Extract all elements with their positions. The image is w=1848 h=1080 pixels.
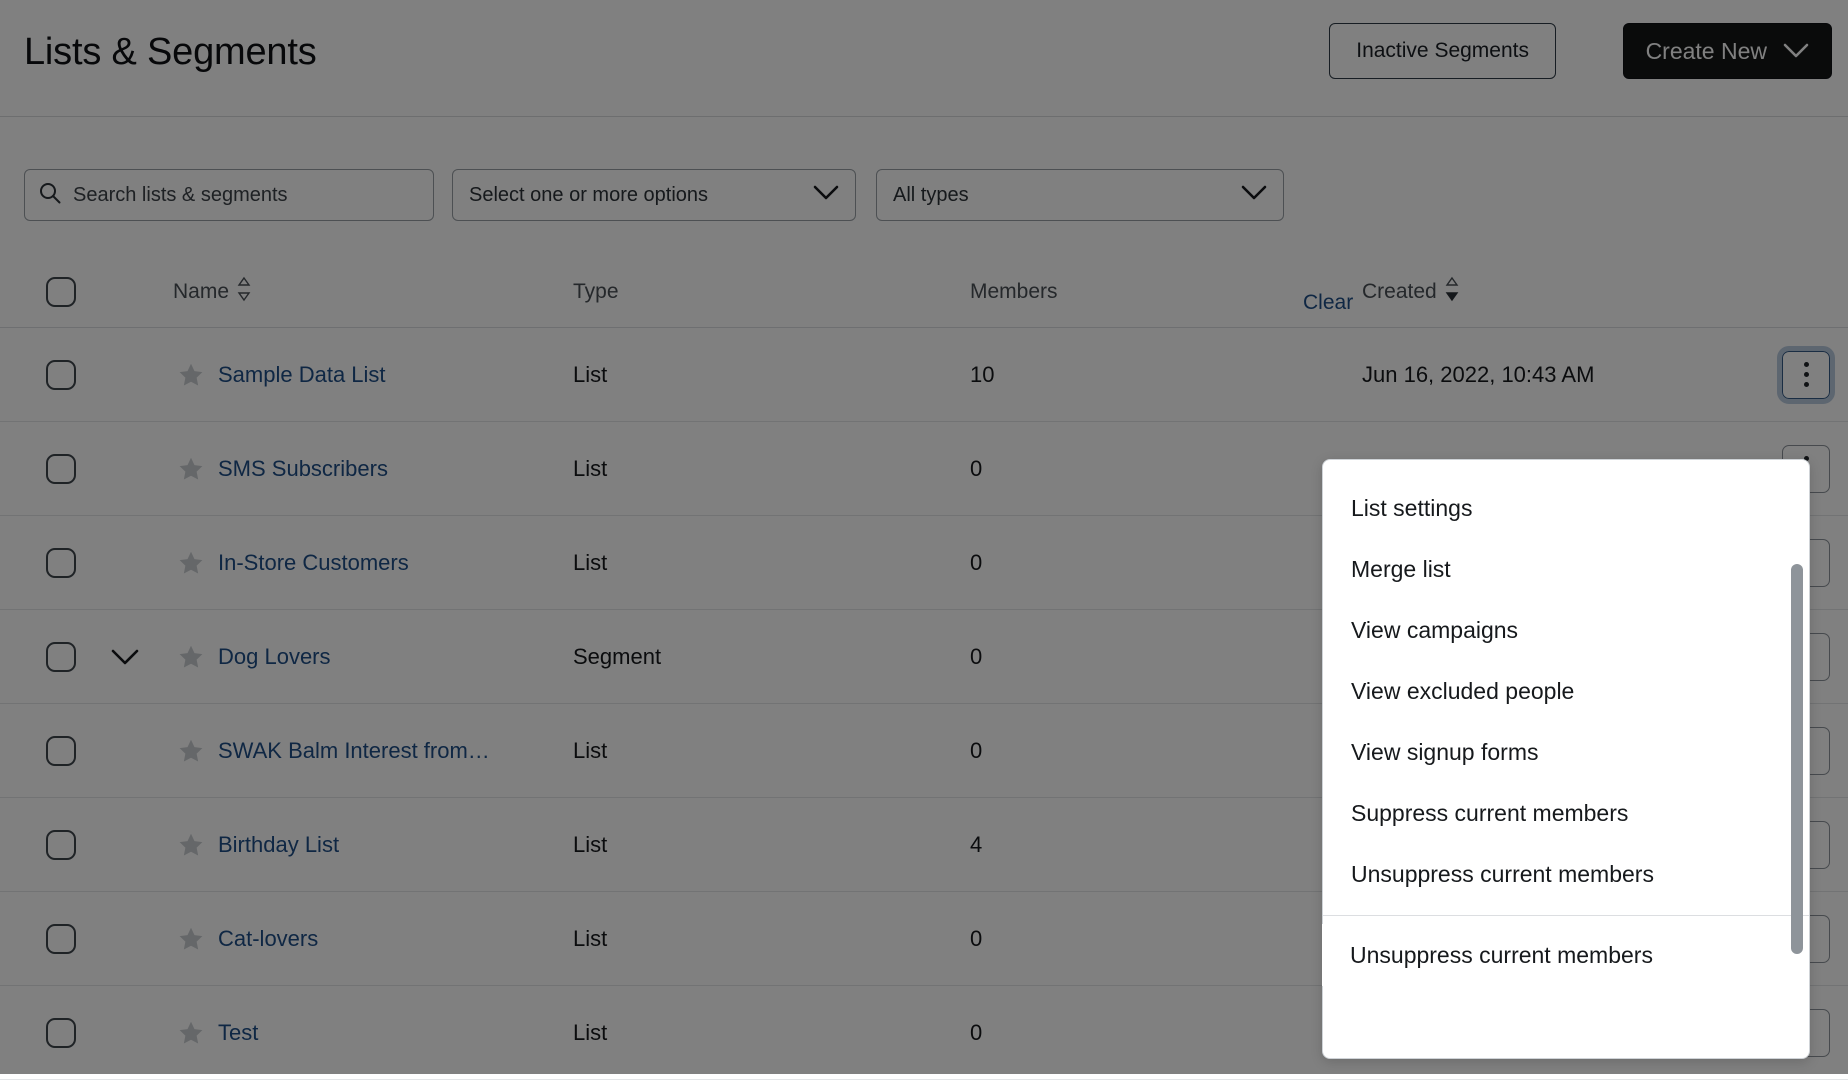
list-members-count: 0 — [970, 926, 982, 952]
list-name-link[interactable]: In-Store Customers — [218, 550, 409, 576]
favorite-star-icon[interactable] — [178, 738, 204, 764]
favorite-star-icon[interactable] — [178, 550, 204, 576]
list-name-link[interactable]: Sample Data List — [218, 362, 386, 388]
list-created-date: Jun 16, 2022, 10:43 AM — [1362, 362, 1594, 388]
list-type: List — [573, 456, 607, 482]
list-members-count: 0 — [970, 738, 982, 764]
list-type: List — [573, 832, 607, 858]
column-header-members: Members — [970, 280, 1058, 304]
menu-item-view-excluded-people[interactable]: View excluded people — [1323, 661, 1809, 722]
menu-item-unsuppress-current-members[interactable]: Unsuppress current members — [1323, 844, 1809, 905]
select-all-checkbox[interactable] — [46, 277, 76, 307]
list-type: List — [573, 738, 607, 764]
filter-bar: Search lists & segments Select one or mo… — [0, 117, 1848, 235]
favorite-star-icon[interactable] — [178, 644, 204, 670]
list-name-link[interactable]: SMS Subscribers — [218, 456, 388, 482]
create-new-label: Create New — [1646, 38, 1767, 65]
types-select-label: All types — [893, 184, 969, 207]
checkbox-box — [46, 924, 76, 954]
kebab-dot — [1804, 382, 1809, 387]
search-placeholder: Search lists & segments — [73, 184, 288, 207]
list-members-count: 0 — [970, 644, 982, 670]
list-members-count: 4 — [970, 832, 982, 858]
row-checkbox[interactable] — [46, 642, 76, 672]
row-checkbox[interactable] — [46, 360, 76, 390]
expand-row-toggle[interactable] — [110, 648, 140, 666]
column-header-name[interactable]: Name — [173, 276, 251, 308]
list-members-count: 10 — [970, 362, 994, 388]
list-members-count: 0 — [970, 456, 982, 482]
list-type: List — [573, 362, 607, 388]
list-type: List — [573, 926, 607, 952]
favorite-star-icon[interactable] — [178, 1020, 204, 1046]
favorite-star-icon[interactable] — [178, 362, 204, 388]
checkbox-box — [46, 454, 76, 484]
checkbox-box — [46, 277, 76, 307]
column-header-type: Type — [573, 280, 619, 304]
search-input[interactable]: Search lists & segments — [24, 169, 434, 221]
list-members-count: 0 — [970, 550, 982, 576]
menu-item-view-campaigns[interactable]: View campaigns — [1323, 600, 1809, 661]
row-actions-button[interactable] — [1782, 351, 1830, 399]
menu-item-list-settings[interactable]: List settings — [1323, 478, 1809, 539]
list-type: List — [573, 550, 607, 576]
menu-item-unsuppress-label: Unsuppress current members — [1350, 942, 1653, 969]
menu-item-suppress-current-members[interactable]: Suppress current members — [1323, 783, 1809, 844]
list-name-link[interactable]: Birthday List — [218, 832, 339, 858]
chevron-down-icon — [813, 185, 839, 206]
dropdown-scrollbar[interactable] — [1791, 484, 1803, 1050]
types-select[interactable]: All types — [876, 169, 1284, 221]
kebab-dot — [1804, 362, 1809, 367]
options-select-label: Select one or more options — [469, 184, 708, 207]
list-type: Segment — [573, 644, 661, 670]
sort-icon — [1445, 276, 1459, 308]
checkbox-box — [46, 736, 76, 766]
chevron-down-icon — [1241, 185, 1267, 206]
checkbox-box — [46, 830, 76, 860]
page-header: Lists & Segments Inactive Segments Creat… — [0, 0, 1848, 117]
table-row: Sample Data List List 10 Jun 16, 2022, 10:4… — [0, 328, 1848, 422]
menu-item-view-signup-forms[interactable]: View signup forms — [1323, 722, 1809, 783]
sort-icon — [237, 276, 251, 308]
scrollbar-thumb[interactable] — [1791, 564, 1803, 954]
list-name-link[interactable]: Cat-lovers — [218, 926, 318, 952]
checkbox-box — [46, 548, 76, 578]
row-checkbox[interactable] — [46, 830, 76, 860]
inactive-segments-label: Inactive Segments — [1356, 39, 1529, 63]
favorite-star-icon[interactable] — [178, 832, 204, 858]
menu-divider — [1323, 915, 1809, 916]
list-type: List — [573, 1020, 607, 1046]
lists-and-segments-page: Lists & Segments Inactive Segments Creat… — [0, 0, 1848, 1074]
kebab-dot — [1804, 372, 1809, 377]
list-members-count: 0 — [970, 1020, 982, 1046]
list-name-link[interactable]: Test — [218, 1020, 258, 1046]
menu-item-merge-list[interactable]: Merge list — [1323, 539, 1809, 600]
column-header-created-label: Created — [1362, 280, 1437, 304]
column-header-members-label: Members — [970, 280, 1058, 304]
favorite-star-icon[interactable] — [178, 926, 204, 952]
checkbox-box — [46, 360, 76, 390]
inactive-segments-button[interactable]: Inactive Segments — [1329, 23, 1556, 79]
search-icon — [39, 182, 61, 209]
row-checkbox[interactable] — [46, 548, 76, 578]
options-select[interactable]: Select one or more options — [452, 169, 856, 221]
create-new-button[interactable]: Create New — [1623, 23, 1832, 79]
list-name-link[interactable]: Dog Lovers — [218, 644, 331, 670]
row-checkbox[interactable] — [46, 1018, 76, 1048]
column-header-type-label: Type — [573, 280, 619, 304]
chevron-down-icon — [1783, 43, 1809, 59]
column-header-name-label: Name — [173, 280, 229, 304]
kebab-menu-icon — [1782, 351, 1830, 399]
row-checkbox[interactable] — [46, 454, 76, 484]
menu-item-unsuppress-current-members[interactable]: Unsuppress current members — [1322, 924, 1722, 986]
favorite-star-icon[interactable] — [178, 456, 204, 482]
row-checkbox[interactable] — [46, 924, 76, 954]
row-checkbox[interactable] — [46, 736, 76, 766]
column-header-created[interactable]: Created — [1362, 276, 1459, 308]
checkbox-box — [46, 1018, 76, 1048]
list-name-link[interactable]: SWAK Balm Interest from… — [218, 738, 490, 764]
page-title: Lists & Segments — [24, 31, 317, 74]
checkbox-box — [46, 642, 76, 672]
table-header-row: Name Type Members Created — [0, 256, 1848, 328]
